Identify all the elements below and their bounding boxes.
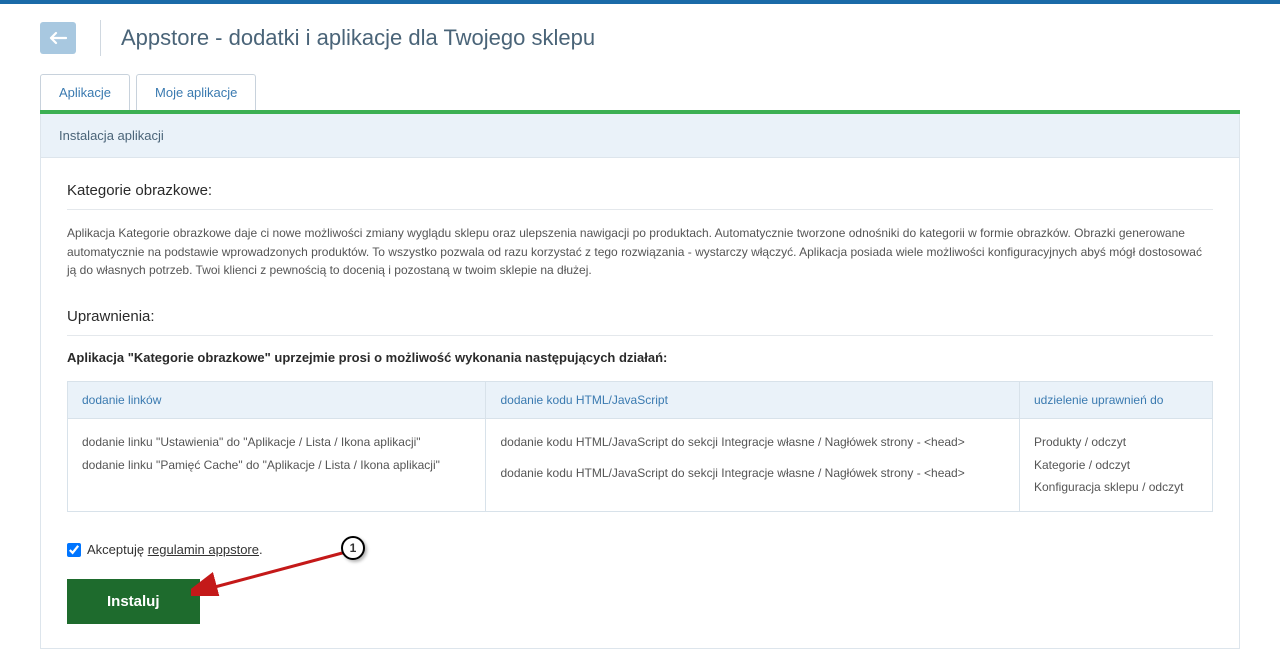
tab-applications[interactable]: Aplikacje [40,74,130,110]
permissions-table: dodanie linków dodanie kodu HTML/JavaScr… [67,381,1213,512]
link-item: dodanie linku "Pamięć Cache" do "Aplikac… [82,454,471,477]
html-item: dodanie kodu HTML/JavaScript do sekcji I… [500,431,1005,454]
panel: Instalacja aplikacji Kategorie obrazkowe… [40,114,1240,649]
table-header-html: dodanie kodu HTML/JavaScript [486,381,1020,418]
section-divider [67,209,1213,210]
perm-item: Konfiguracja sklepu / odczyt [1034,476,1198,499]
accept-suffix: . [259,542,263,557]
terms-link[interactable]: regulamin appstore [148,542,259,557]
app-description: Aplikacja Kategorie obrazkowe daje ci no… [67,224,1213,280]
accept-prefix: Akceptuję [87,542,148,557]
table-header-row: dodanie linków dodanie kodu HTML/JavaScr… [68,381,1213,418]
table-header-links: dodanie linków [68,381,486,418]
permissions-divider [67,335,1213,336]
perm-item: Produkty / odczyt [1034,431,1198,454]
perm-item: Kategorie / odczyt [1034,454,1198,477]
accept-label: Akceptuję regulamin appstore. [87,542,263,557]
html-item: dodanie kodu HTML/JavaScript do sekcji I… [500,462,1005,485]
tab-my-applications[interactable]: Moje aplikacje [136,74,256,110]
arrow-left-icon [49,31,67,45]
tabs: Aplikacje Moje aplikacje [0,74,1280,110]
header-divider [100,20,101,56]
cell-html: dodanie kodu HTML/JavaScript do sekcji I… [486,418,1020,511]
panel-body: Kategorie obrazkowe: Aplikacja Kategorie… [41,158,1239,648]
accept-checkbox[interactable] [67,543,81,557]
accept-row: Akceptuję regulamin appstore. [67,542,1213,557]
section-title: Kategorie obrazkowe: [67,182,1213,199]
table-row: dodanie linku "Ustawienia" do "Aplikacje… [68,418,1213,511]
panel-header: Instalacja aplikacji [41,114,1239,158]
header: Appstore - dodatki i aplikacje dla Twoje… [0,4,1280,74]
cell-perms: Produkty / odczyt Kategorie / odczyt Kon… [1020,418,1213,511]
install-button[interactable]: Instaluj [67,579,200,624]
page-title: Appstore - dodatki i aplikacje dla Twoje… [121,25,595,51]
link-item: dodanie linku "Ustawienia" do "Aplikacje… [82,431,471,454]
permissions-intro: Aplikacja "Kategorie obrazkowe" uprzejmi… [67,350,1213,365]
table-header-perms: udzielenie uprawnień do [1020,381,1213,418]
cell-links: dodanie linku "Ustawienia" do "Aplikacje… [68,418,486,511]
back-button[interactable] [40,22,76,54]
permissions-title: Uprawnienia: [67,308,1213,325]
